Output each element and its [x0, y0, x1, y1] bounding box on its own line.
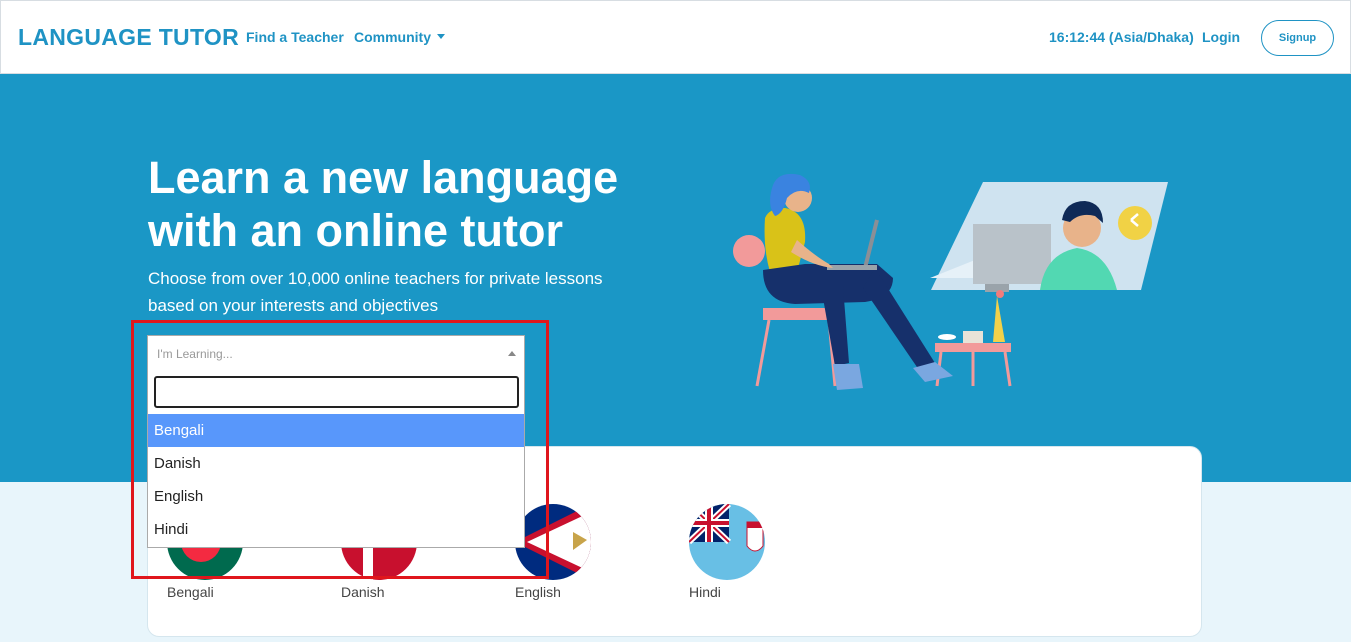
language-label: English — [515, 584, 561, 600]
fiji-flag-icon — [689, 504, 765, 580]
language-select[interactable]: I'm Learning... — [147, 335, 525, 371]
signup-button[interactable]: Signup — [1261, 20, 1334, 56]
option-hindi[interactable]: Hindi — [148, 513, 524, 546]
hero-title: Learn a new language with an online tuto… — [148, 152, 619, 256]
select-placeholder: I'm Learning... — [157, 347, 233, 361]
option-english[interactable]: English — [148, 480, 524, 513]
navbar: LANGUAGE TUTOR Find a Teacher Community … — [0, 0, 1351, 74]
arrow-up-icon — [508, 351, 516, 356]
language-label: Bengali — [167, 584, 214, 600]
caret-down-icon — [437, 33, 445, 39]
nav-community-dropdown[interactable]: Community — [354, 29, 445, 45]
tutor-illustration — [733, 173, 1168, 390]
language-item-hindi[interactable]: Hindi — [689, 504, 769, 604]
language-label: Hindi — [689, 584, 721, 600]
login-link[interactable]: Login — [1202, 29, 1240, 45]
language-label: Danish — [341, 584, 385, 600]
nav-community-label: Community — [354, 29, 431, 45]
hero-subtitle: Choose from over 10,000 online teachers … — [148, 269, 603, 315]
language-item-english[interactable]: English — [515, 504, 595, 604]
american-samoa-flag-icon — [515, 504, 591, 580]
language-dropdown: Bengali Danish English Hindi — [147, 370, 525, 548]
clock-display: 16:12:44 (Asia/Dhaka) — [1049, 29, 1194, 45]
brand-logo[interactable]: LANGUAGE TUTOR — [18, 24, 239, 51]
dropdown-search-input[interactable] — [154, 376, 519, 408]
option-bengali[interactable]: Bengali — [148, 414, 524, 447]
option-danish[interactable]: Danish — [148, 447, 524, 480]
nav-find-teacher[interactable]: Find a Teacher — [246, 29, 344, 45]
